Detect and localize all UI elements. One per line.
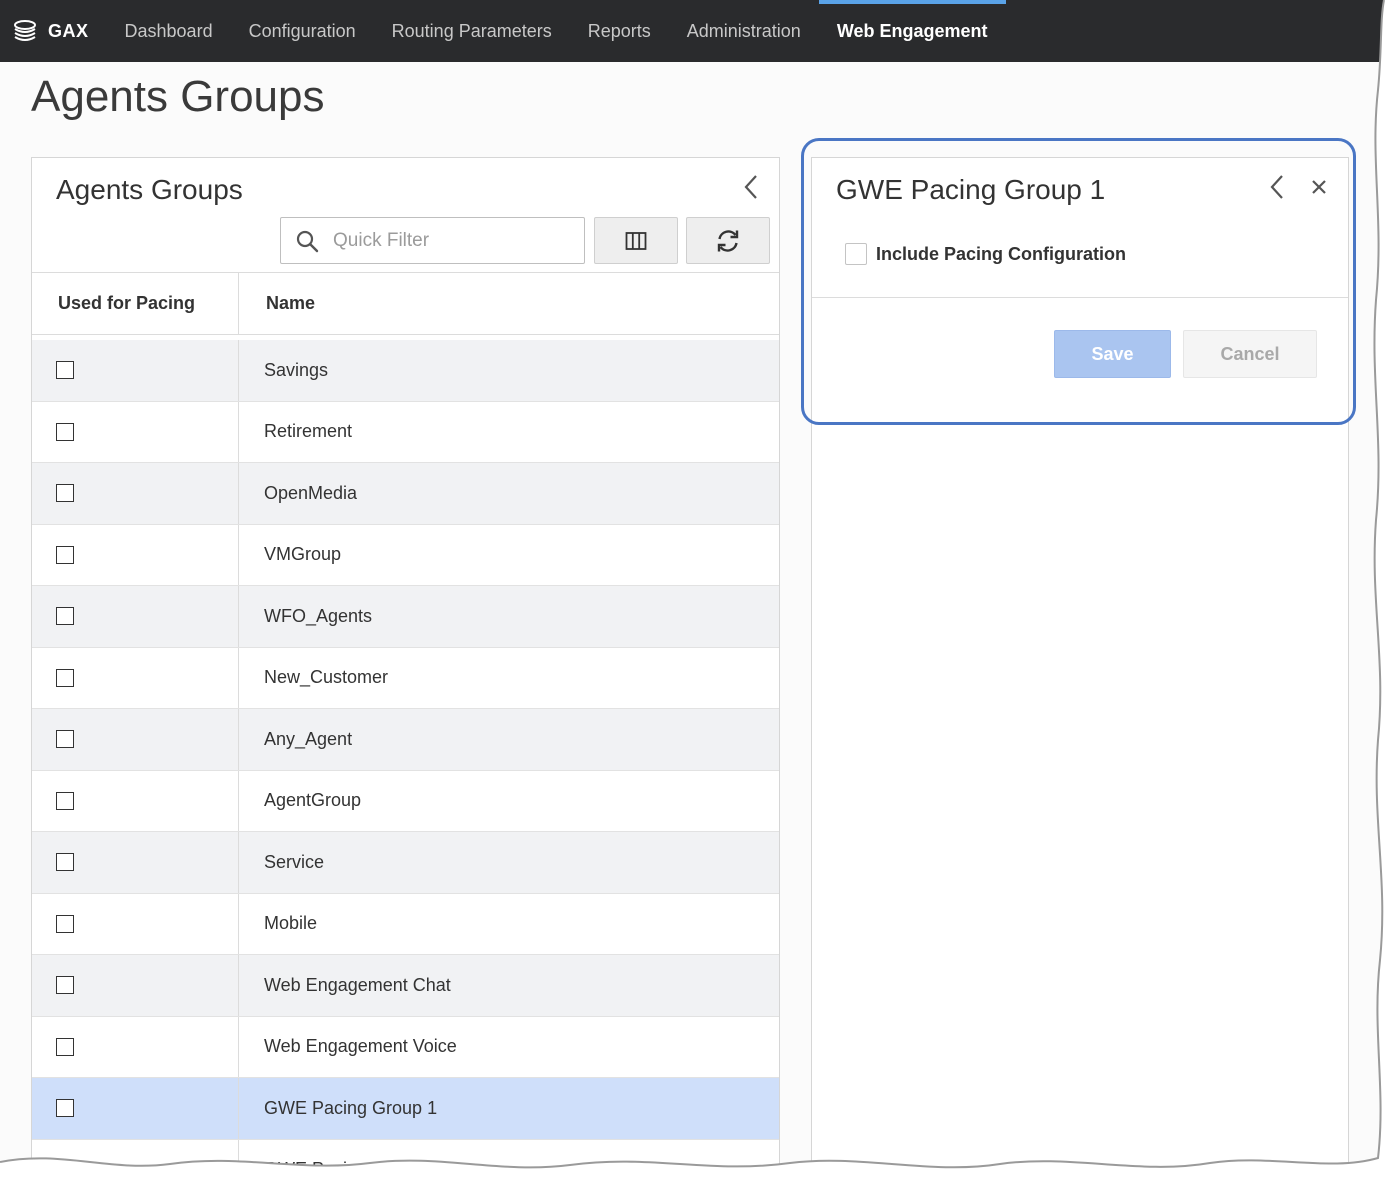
pacing-cell — [32, 832, 239, 893]
group-name: GWE Pacing Group 2 — [264, 1159, 438, 1176]
table-row[interactable]: VMGroup — [32, 524, 779, 586]
brand-name: GAX — [48, 20, 89, 41]
include-pacing-option[interactable]: Include Pacing Configuration — [845, 243, 1126, 265]
quick-filter-input[interactable] — [331, 228, 575, 253]
table-row[interactable]: Savings — [32, 340, 779, 402]
used-for-pacing-checkbox[interactable] — [56, 1037, 74, 1056]
table-row[interactable]: Any_Agent — [32, 709, 779, 771]
group-name: Web Engagement Chat — [264, 974, 451, 995]
pacing-cell — [32, 1078, 239, 1139]
table-body: Savings Retirement OpenMedia VMGroup WFO… — [32, 340, 779, 1176]
table-row[interactable]: OpenMedia — [32, 463, 779, 525]
used-for-pacing-checkbox[interactable] — [56, 853, 74, 872]
refresh-button[interactable] — [686, 217, 770, 264]
close-detail-button[interactable] — [1306, 172, 1332, 202]
pacing-cell — [32, 955, 239, 1016]
table-row[interactable]: WFO_Agents — [32, 586, 779, 648]
group-name: Savings — [264, 359, 329, 380]
table-row[interactable]: Mobile — [32, 893, 779, 955]
chevron-left-icon — [744, 175, 757, 199]
group-name: OpenMedia — [264, 482, 358, 503]
search-icon — [296, 230, 319, 252]
pacing-cell — [32, 340, 239, 401]
chevron-left-icon — [1270, 175, 1283, 199]
group-name: WFO_Agents — [264, 605, 373, 626]
group-detail-panel: GWE Pacing Group 1 Include Pacing Config… — [811, 157, 1349, 1176]
pacing-cell — [32, 709, 239, 770]
group-name: Service — [264, 851, 325, 872]
used-for-pacing-checkbox[interactable] — [56, 668, 74, 687]
include-pacing-checkbox[interactable] — [845, 243, 867, 265]
used-for-pacing-checkbox[interactable] — [56, 484, 74, 503]
table-row[interactable]: Service — [32, 832, 779, 894]
collapse-detail-button[interactable] — [1264, 172, 1290, 202]
page-title: Agents Groups — [31, 72, 325, 121]
table-row[interactable]: New_Customer — [32, 647, 779, 709]
include-pacing-label: Include Pacing Configuration — [876, 243, 1127, 264]
used-for-pacing-checkbox[interactable] — [56, 914, 74, 933]
nav-administration[interactable]: Administration — [669, 0, 819, 62]
gax-logo-icon — [14, 20, 36, 41]
group-name: Any_Agent — [264, 728, 353, 749]
pacing-cell — [32, 463, 239, 524]
pacing-cell — [32, 647, 239, 708]
group-name: GWE Pacing Group 1 — [264, 1097, 438, 1118]
pacing-cell — [32, 893, 239, 954]
columns-icon — [625, 231, 647, 250]
pacing-cell — [32, 1139, 239, 1176]
save-button[interactable]: Save — [1054, 330, 1171, 378]
pacing-cell — [32, 770, 239, 831]
group-name: Mobile — [264, 913, 318, 934]
brand[interactable]: GAX — [12, 18, 89, 44]
collapse-list-button[interactable] — [738, 172, 764, 202]
list-panel-title: Agents Groups — [56, 174, 243, 205]
nav-dashboard[interactable]: Dashboard — [107, 0, 231, 62]
quick-filter[interactable] — [280, 217, 585, 264]
app-window: GAX Dashboard Configuration Routing Para… — [0, 0, 1384, 1176]
refresh-icon — [717, 229, 739, 252]
detail-panel-title: GWE Pacing Group 1 — [836, 174, 1106, 205]
used-for-pacing-checkbox[interactable] — [56, 422, 74, 441]
agent-groups-list-panel: Agents Groups Quick Filter Used for Paci… — [31, 157, 780, 1176]
close-icon — [1312, 180, 1326, 194]
table-header: Used for Pacing Name — [32, 272, 779, 335]
group-name: AgentGroup — [264, 790, 362, 811]
used-for-pacing-checkbox[interactable] — [56, 730, 74, 749]
used-for-pacing-checkbox[interactable] — [56, 361, 74, 380]
table-row[interactable]: Web Engagement Voice — [32, 1016, 779, 1078]
used-for-pacing-checkbox[interactable] — [56, 545, 74, 564]
group-name: Web Engagement Voice — [264, 1036, 457, 1057]
table-row[interactable]: GWE Pacing Group 2 — [32, 1139, 779, 1176]
top-navbar: GAX Dashboard Configuration Routing Para… — [0, 0, 1384, 62]
table-row[interactable]: Retirement — [32, 401, 779, 463]
group-name: Retirement — [264, 421, 353, 442]
pacing-cell — [32, 401, 239, 462]
pacing-cell — [32, 1016, 239, 1077]
group-name: VMGroup — [264, 544, 342, 565]
column-header-used-for-pacing[interactable]: Used for Pacing — [32, 273, 239, 334]
used-for-pacing-checkbox[interactable] — [56, 607, 74, 626]
used-for-pacing-checkbox[interactable] — [56, 1099, 74, 1118]
nav-web-engagement[interactable]: Web Engagement — [818, 0, 1006, 62]
table-row[interactable]: Web Engagement Chat — [32, 955, 779, 1017]
nav-configuration[interactable]: Configuration — [231, 0, 374, 62]
used-for-pacing-checkbox[interactable] — [56, 1160, 74, 1176]
used-for-pacing-checkbox[interactable] — [56, 791, 74, 810]
used-for-pacing-checkbox[interactable] — [56, 976, 74, 995]
cancel-button[interactable]: Cancel — [1183, 330, 1317, 378]
divider — [812, 297, 1348, 298]
nav-routing-parameters[interactable]: Routing Parameters — [374, 0, 570, 62]
nav-reports[interactable]: Reports — [570, 0, 669, 62]
pacing-cell — [32, 586, 239, 647]
columns-button[interactable] — [594, 217, 678, 264]
pacing-cell — [32, 524, 239, 585]
table-row-selected[interactable]: GWE Pacing Group 1 — [32, 1078, 779, 1140]
column-header-name[interactable]: Name — [239, 273, 315, 334]
group-name: New_Customer — [264, 667, 389, 688]
table-row[interactable]: AgentGroup — [32, 770, 779, 832]
